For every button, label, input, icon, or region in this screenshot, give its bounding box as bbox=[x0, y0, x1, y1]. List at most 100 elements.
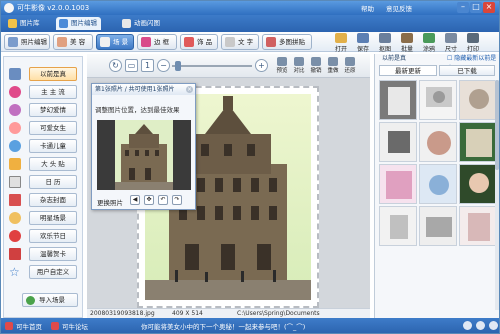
template-thumbnail[interactable] bbox=[419, 206, 457, 246]
tab-latest[interactable]: 最新更新 bbox=[379, 65, 437, 76]
text-button[interactable]: 文 字 bbox=[221, 34, 259, 50]
redo-button[interactable]: 重做 bbox=[326, 57, 340, 76]
category-item[interactable]: 大 头 贴 bbox=[7, 157, 81, 171]
category-item[interactable]: 梦幻爱情 bbox=[7, 103, 81, 117]
compare-button[interactable]: 对比 bbox=[292, 57, 306, 76]
panel-title: 以前是真 bbox=[382, 55, 407, 62]
category-item[interactable]: 可爱女生 bbox=[7, 121, 81, 135]
tab-image-library[interactable]: 图片库 bbox=[5, 17, 44, 30]
actual-size-icon[interactable]: 1 bbox=[141, 59, 154, 72]
border-button[interactable]: 边 框 bbox=[137, 34, 177, 50]
category-item[interactable]: 杂志封面 bbox=[7, 193, 81, 207]
home-link[interactable]: 可牛首页 bbox=[16, 321, 42, 331]
button-label: 美 容 bbox=[70, 38, 86, 46]
size-button[interactable]: 尺寸 bbox=[441, 33, 461, 53]
button-label: 饰 品 bbox=[197, 38, 213, 46]
scene-icon bbox=[100, 37, 110, 47]
cutout-button[interactable]: 抠图 bbox=[375, 33, 395, 53]
template-thumbnail[interactable] bbox=[419, 80, 457, 120]
zoom-out-icon[interactable]: − bbox=[157, 59, 170, 72]
decoration-button[interactable]: 饰 品 bbox=[180, 34, 218, 50]
move-left-icon[interactable]: ◀ bbox=[130, 195, 140, 205]
category-item[interactable]: 卡通儿童 bbox=[7, 139, 81, 153]
category-label: 日 历 bbox=[29, 175, 77, 189]
import-scene-button[interactable]: 导入场景 bbox=[22, 293, 78, 307]
forum-link[interactable]: 可牛论坛 bbox=[62, 321, 88, 331]
star-face-icon bbox=[9, 212, 21, 224]
category-item[interactable]: 明星场景 bbox=[7, 211, 81, 225]
maximize-button[interactable]: □ bbox=[470, 2, 482, 13]
camera-icon bbox=[9, 68, 21, 80]
preview-button[interactable]: 预览 bbox=[275, 57, 289, 76]
template-thumbnail[interactable] bbox=[459, 122, 497, 162]
tab-label: 动画闪图 bbox=[134, 19, 160, 27]
promo-message[interactable]: 你可能将美女小中的下一个奥秘！一起来参与吧！(⌒_⌒) bbox=[141, 321, 441, 331]
button-label: 场 景 bbox=[113, 38, 129, 46]
folder-icon bbox=[8, 19, 17, 28]
photo-edit-button[interactable]: 照片编辑 bbox=[4, 34, 50, 50]
save-button[interactable]: 保存 bbox=[353, 33, 373, 53]
info-icon[interactable] bbox=[476, 321, 485, 330]
menu-icon[interactable] bbox=[489, 321, 498, 330]
festival-icon bbox=[9, 230, 21, 242]
dialog-close-button[interactable]: × bbox=[186, 86, 193, 93]
template-image bbox=[380, 207, 416, 245]
undo-button[interactable]: 撤销 bbox=[309, 57, 323, 76]
button-label: 对比 bbox=[293, 68, 305, 74]
move-icon[interactable]: ✥ bbox=[144, 195, 154, 205]
category-item[interactable]: 以前是真 bbox=[7, 67, 81, 81]
app-window: 可牛影像 v2.0.0.1003 帮助 意见反馈 – □ × 图片库 图片编辑 … bbox=[0, 0, 500, 334]
change-photo-link[interactable]: 更换照片 bbox=[97, 197, 123, 207]
print-button[interactable]: 打印 bbox=[463, 33, 483, 53]
template-scrollbar[interactable] bbox=[495, 80, 499, 310]
rotate-right-icon[interactable]: ↷ bbox=[172, 195, 182, 205]
button-label: 边 框 bbox=[154, 38, 170, 46]
category-label: 主 主 流 bbox=[29, 85, 77, 99]
tab-image-edit[interactable]: 图片编辑 bbox=[56, 17, 101, 30]
zoom-in-icon[interactable]: + bbox=[255, 59, 268, 72]
open-button[interactable]: 打开 bbox=[331, 33, 351, 53]
zoom-slider[interactable] bbox=[172, 65, 252, 67]
tab-downloaded[interactable]: 已下载 bbox=[439, 65, 495, 76]
template-thumbnail[interactable] bbox=[379, 206, 417, 246]
category-item[interactable]: 温馨贺卡 bbox=[7, 247, 81, 261]
batch-button[interactable]: 批量 bbox=[397, 33, 417, 53]
category-label: 大 头 贴 bbox=[29, 157, 77, 171]
doodle-button[interactable]: 涂鸦 bbox=[419, 33, 439, 53]
template-thumbnail[interactable] bbox=[379, 122, 417, 162]
fit-screen-icon[interactable]: ▭ bbox=[125, 59, 138, 72]
button-label: 保存 bbox=[356, 46, 369, 53]
preview-icon bbox=[277, 57, 287, 66]
cathedral-thumbnail bbox=[115, 120, 173, 190]
template-thumbnail[interactable] bbox=[379, 80, 417, 120]
scrollbar-thumb[interactable] bbox=[495, 80, 499, 170]
button-label: 多图拼贴 bbox=[279, 38, 305, 46]
tab-animation[interactable]: 动画闪图 bbox=[119, 17, 164, 30]
template-thumbnail[interactable] bbox=[419, 122, 457, 162]
category-item[interactable]: 日 历 bbox=[7, 175, 81, 189]
category-item[interactable]: 主 主 流 bbox=[7, 85, 81, 99]
close-button[interactable]: × bbox=[483, 2, 495, 13]
rotate-icon[interactable]: ↻ bbox=[109, 59, 122, 72]
template-thumbnail[interactable] bbox=[459, 164, 497, 204]
image-dimensions: 409 X 514 bbox=[172, 310, 203, 317]
settings-icon[interactable] bbox=[463, 321, 472, 330]
template-thumbnail[interactable] bbox=[419, 164, 457, 204]
zoom-slider-handle[interactable] bbox=[175, 61, 181, 71]
dialog-preview-image[interactable] bbox=[115, 120, 173, 190]
magazine-icon bbox=[9, 194, 21, 206]
template-thumbnail[interactable] bbox=[379, 164, 417, 204]
template-thumbnail[interactable] bbox=[459, 206, 497, 246]
category-item[interactable]: 欢乐节日 bbox=[7, 229, 81, 243]
minimize-button[interactable]: – bbox=[457, 2, 469, 13]
beauty-button[interactable]: 美 容 bbox=[53, 34, 93, 50]
template-thumbnail[interactable] bbox=[459, 80, 497, 120]
button-label: 照片编辑 bbox=[21, 38, 47, 46]
category-item[interactable]: ☆ 用户自定义 bbox=[7, 265, 81, 279]
restore-button[interactable]: 还原 bbox=[343, 57, 357, 76]
rotate-left-icon[interactable]: ↶ bbox=[158, 195, 168, 205]
feedback-link[interactable]: 意见反馈 bbox=[386, 3, 412, 13]
collage-button[interactable]: 多图拼贴 bbox=[262, 34, 312, 50]
scene-button[interactable]: 场 景 bbox=[96, 34, 134, 50]
help-link[interactable]: 帮助 bbox=[361, 3, 374, 13]
